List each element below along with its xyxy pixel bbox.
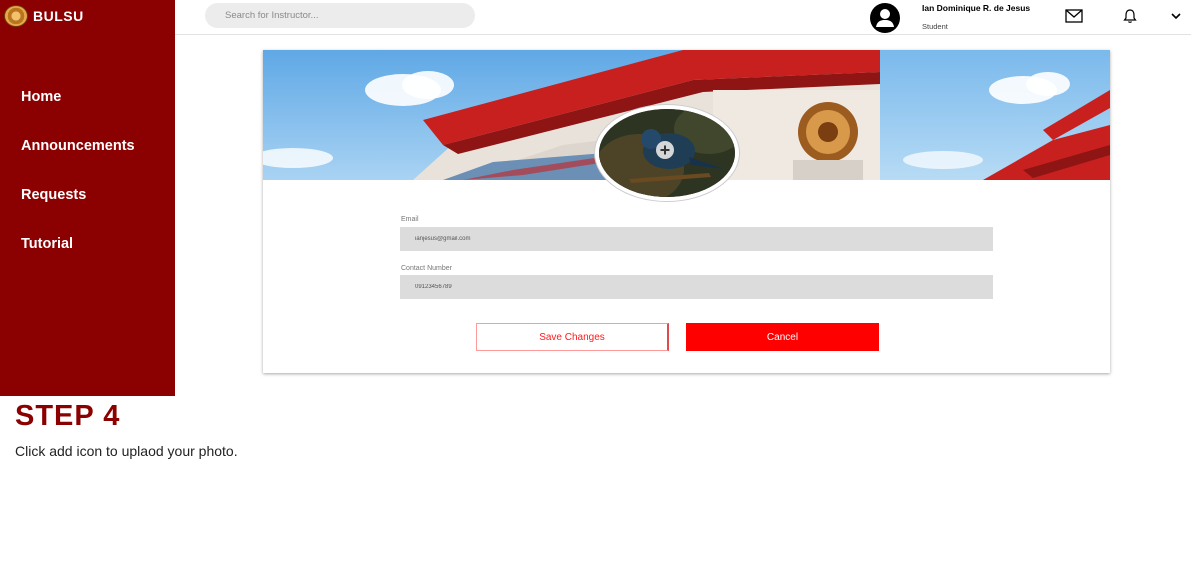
contact-number-label: Contact Number <box>401 265 452 272</box>
sidebar-item-requests[interactable]: Requests <box>0 170 175 219</box>
bell-icon[interactable] <box>1119 6 1141 26</box>
save-changes-button[interactable]: Save Changes <box>476 323 669 351</box>
user-role: Student <box>922 22 948 31</box>
mail-icon[interactable] <box>1063 6 1085 26</box>
cancel-button[interactable]: Cancel <box>686 323 879 351</box>
user-name: Ian Dominique R. de Jesus <box>922 3 1031 13</box>
contact-number-field[interactable] <box>400 275 993 299</box>
email-field[interactable] <box>400 227 993 251</box>
sidebar: BULSU Home Announcements Requests Tutori… <box>0 0 175 396</box>
chevron-down-icon[interactable] <box>1165 6 1187 26</box>
email-label: Email <box>401 216 419 223</box>
add-circle-icon[interactable] <box>654 139 676 161</box>
sidebar-item-home[interactable]: Home <box>0 72 175 121</box>
sidebar-nav: Home Announcements Requests Tutorial <box>0 72 175 268</box>
brand[interactable]: BULSU <box>4 4 84 28</box>
step-title: STEP 4 <box>15 400 121 432</box>
sidebar-item-announcements[interactable]: Announcements <box>0 121 175 170</box>
user-avatar-icon[interactable] <box>870 3 900 33</box>
profile-edit-card: Email Contact Number Save Changes Cancel <box>263 50 1110 373</box>
topbar: Ian Dominique R. de Jesus Student <box>175 0 1191 35</box>
brand-name: BULSU <box>33 8 84 24</box>
university-seal-logo <box>4 5 28 27</box>
sidebar-item-tutorial[interactable]: Tutorial <box>0 219 175 268</box>
step-description: Click add icon to uplaod your photo. <box>15 443 238 459</box>
search-input[interactable] <box>205 3 475 28</box>
